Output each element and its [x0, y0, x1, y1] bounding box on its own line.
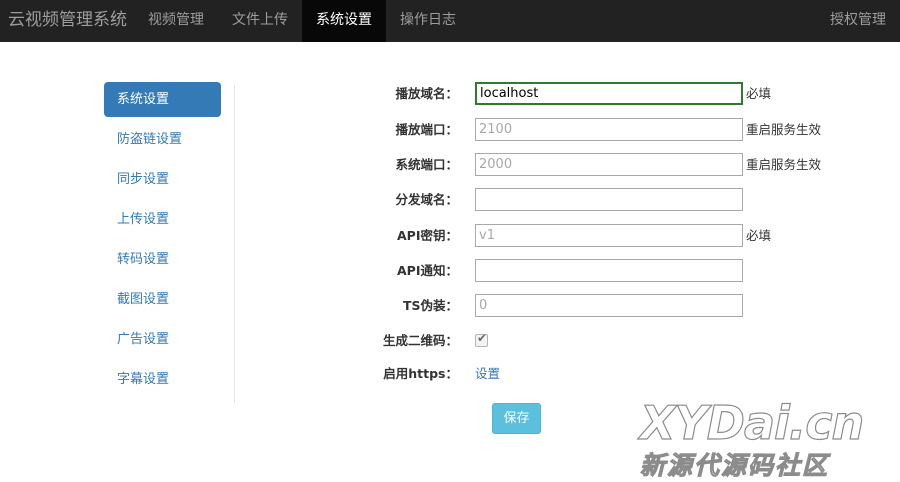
row-api-notify: API通知：	[330, 259, 870, 283]
play-port-label: 播放端口：	[395, 122, 458, 137]
dist-domain-label: 分发域名：	[395, 192, 458, 207]
save-button[interactable]: 保存	[492, 403, 541, 434]
sidebar-item-sync[interactable]: 同步设置	[104, 162, 221, 197]
top-navbar: 云视频管理系统 视频管理 文件上传 系统设置 操作日志 授权管理	[0, 0, 900, 42]
sidebar-item-system[interactable]: 系统设置	[104, 82, 221, 117]
nav-video-manage[interactable]: 视频管理	[134, 0, 218, 42]
api-notify-label: API通知：	[397, 263, 458, 278]
row-dist-domain: 分发域名：	[330, 188, 870, 212]
main-nav: 视频管理 文件上传 系统设置 操作日志	[134, 0, 470, 42]
https-label: 启用https：	[383, 366, 458, 381]
api-key-input[interactable]	[475, 224, 743, 247]
api-key-hint: 必填	[746, 228, 772, 243]
ts-disguise-input[interactable]	[475, 294, 743, 317]
system-port-input[interactable]	[475, 153, 743, 176]
row-play-port: 播放端口： 重启服务生效	[330, 118, 870, 142]
nav-system-settings[interactable]: 系统设置	[302, 0, 386, 42]
row-system-port: 系统端口： 重启服务生效	[330, 153, 870, 177]
row-play-domain: 播放域名： 必填	[330, 82, 870, 106]
nav-license-manage[interactable]: 授权管理	[830, 0, 886, 42]
api-key-label: API密钥：	[397, 228, 458, 243]
sidebar-item-transcode[interactable]: 转码设置	[104, 242, 221, 277]
dist-domain-input[interactable]	[475, 188, 743, 211]
play-port-hint: 重启服务生效	[746, 122, 822, 137]
ts-disguise-label: TS伪装：	[402, 298, 458, 313]
watermark-subtitle: 新源代源码社区	[639, 451, 830, 481]
row-ts-disguise: TS伪装：	[330, 294, 870, 318]
sidebar-item-screenshot[interactable]: 截图设置	[104, 282, 221, 317]
play-domain-hint: 必填	[746, 86, 772, 101]
play-port-input[interactable]	[475, 118, 743, 141]
checkmark-icon: ✔	[477, 331, 488, 345]
sidebar-item-ads[interactable]: 广告设置	[104, 322, 221, 357]
settings-sidebar: 系统设置 防盗链设置 同步设置 上传设置 转码设置 截图设置 广告设置 字幕设置	[104, 82, 221, 402]
row-qrcode: 生成二维码： ✔	[330, 329, 870, 353]
app-brand[interactable]: 云视频管理系统	[8, 0, 127, 42]
play-domain-input[interactable]	[475, 82, 743, 105]
sidebar-item-anti-leech[interactable]: 防盗链设置	[104, 122, 221, 157]
qrcode-label: 生成二维码：	[382, 333, 458, 348]
play-domain-label: 播放域名：	[395, 86, 458, 101]
watermark-logo-text: XYDai.cn	[639, 395, 864, 450]
https-settings-link[interactable]: 设置	[475, 362, 500, 386]
qrcode-checkbox[interactable]: ✔	[475, 331, 488, 347]
sidebar-item-upload[interactable]: 上传设置	[104, 202, 221, 237]
system-port-label: 系统端口：	[395, 157, 458, 172]
nav-operation-log[interactable]: 操作日志	[386, 0, 470, 42]
row-api-key: API密钥： 必填	[330, 224, 870, 248]
sidebar-item-subtitle[interactable]: 字幕设置	[104, 362, 221, 397]
api-notify-input[interactable]	[475, 259, 743, 282]
system-port-hint: 重启服务生效	[746, 157, 822, 172]
sidebar-divider	[234, 85, 235, 403]
nav-file-upload[interactable]: 文件上传	[218, 0, 302, 42]
row-https: 启用https： 设置	[330, 362, 870, 386]
